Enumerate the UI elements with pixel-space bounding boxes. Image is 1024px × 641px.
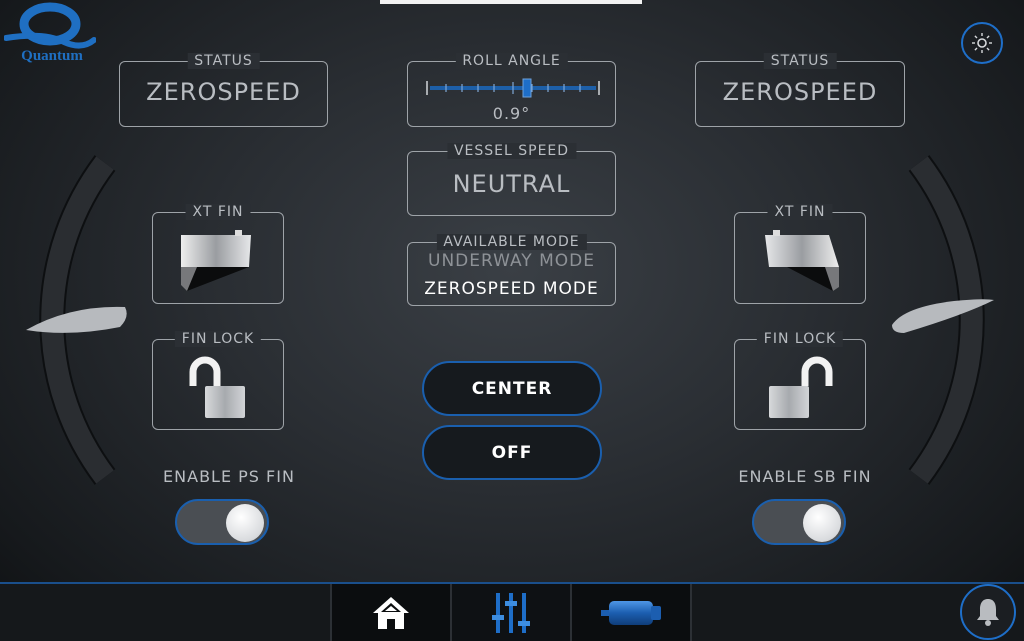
mode-option-underway[interactable]: UNDERWAY MODE: [408, 251, 615, 271]
unlocked-padlock-icon: [189, 356, 245, 418]
unlocked-padlock-icon: [769, 356, 833, 418]
enable-ps-fin-label: ENABLE PS FIN: [163, 467, 295, 486]
ps-fin-angle-gauge: [26, 155, 127, 485]
alarm-button[interactable]: [960, 584, 1016, 640]
logo-text: Quantum: [21, 48, 83, 64]
available-mode-label: AVAILABLE MODE: [436, 234, 587, 250]
nav-stabilizer-button[interactable]: [572, 584, 690, 641]
roll-angle-value: 0.9°: [492, 104, 531, 123]
sun-icon: [972, 33, 992, 53]
brightness-button[interactable]: [961, 22, 1003, 64]
sb-status-panel: STATUS ZEROSPEED: [695, 53, 905, 127]
sb-status-value: ZEROSPEED: [722, 78, 878, 106]
off-button[interactable]: OFF: [422, 425, 602, 480]
enable-ps-fin-toggle[interactable]: [175, 499, 269, 545]
sb-fin-icon: [765, 230, 839, 291]
roll-angle-panel: ROLL ANGLE 0.9°: [407, 53, 616, 127]
top-indicator-strip: [380, 0, 642, 4]
ps-fin-lock-label: FIN LOCK: [174, 331, 262, 347]
sb-xt-fin-panel: XT FIN: [734, 204, 866, 304]
sliders-icon: [492, 592, 530, 633]
sb-status-label: STATUS: [763, 53, 837, 69]
toggle-knob: [803, 504, 841, 542]
sb-xt-fin-label: XT FIN: [767, 204, 833, 220]
home-icon: [373, 596, 409, 629]
ps-status-value: ZEROSPEED: [146, 78, 301, 106]
center-button[interactable]: CENTER: [422, 361, 602, 416]
ps-fin-lock-button[interactable]: FIN LOCK: [152, 331, 284, 430]
ps-xt-fin-label: XT FIN: [185, 204, 251, 220]
mode-option-zerospeed[interactable]: ZEROSPEED MODE: [408, 279, 615, 299]
bell-icon: [977, 599, 999, 626]
enable-sb-fin-toggle[interactable]: [752, 499, 846, 545]
cylinder-icon: [601, 600, 661, 625]
vessel-speed-value: NEUTRAL: [452, 170, 571, 198]
sb-fin-angle-gauge: [892, 155, 994, 485]
roll-angle-label: ROLL ANGLE: [455, 53, 568, 69]
quantum-logo: Quantum: [3, 2, 97, 66]
vessel-speed-panel: VESSEL SPEED NEUTRAL: [407, 143, 616, 216]
roll-angle-marker: [522, 78, 532, 98]
roll-angle-scale: [426, 78, 600, 98]
sb-fin-lock-button[interactable]: FIN LOCK: [734, 331, 866, 430]
nav-settings-button[interactable]: [452, 584, 570, 641]
available-mode-panel: AVAILABLE MODE UNDERWAY MODE ZEROSPEED M…: [407, 234, 616, 306]
toggle-knob: [226, 504, 264, 542]
nav-home-button[interactable]: [332, 584, 450, 641]
nav-separator: [690, 584, 692, 641]
enable-sb-fin-label: ENABLE SB FIN: [738, 467, 872, 486]
ps-status-label: STATUS: [187, 53, 260, 69]
ps-xt-fin-panel: XT FIN: [152, 204, 284, 304]
vessel-speed-label: VESSEL SPEED: [446, 143, 577, 159]
ps-status-panel: STATUS ZEROSPEED: [119, 53, 328, 127]
ps-fin-icon: [181, 230, 251, 291]
sb-fin-lock-label: FIN LOCK: [756, 331, 844, 347]
logo-q-icon: [3, 2, 97, 49]
